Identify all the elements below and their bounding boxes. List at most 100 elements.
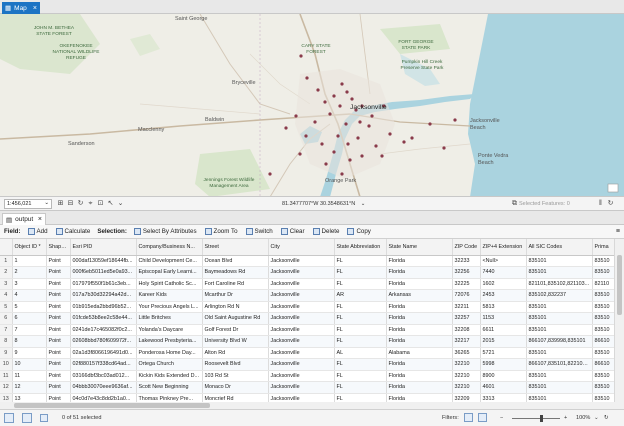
table-cell[interactable]: 82110: [592, 278, 614, 290]
table-cell[interactable]: 01fcde53b8ee2c58e44...: [70, 312, 137, 325]
rotate-icon[interactable]: ↻: [76, 199, 85, 209]
table-cell[interactable]: Jacksonville: [268, 289, 335, 302]
table-cell[interactable]: Point: [46, 358, 71, 371]
refresh-icon[interactable]: ↻: [606, 199, 615, 209]
definition-query-icon[interactable]: [478, 413, 487, 422]
table-cell[interactable]: 83510: [592, 381, 614, 394]
table-cell[interactable]: 5998: [480, 358, 527, 371]
table-cell[interactable]: Point: [46, 289, 71, 302]
table-cell[interactable]: 835101: [526, 347, 593, 359]
table-cell[interactable]: 10: [12, 358, 47, 371]
column-header[interactable]: ZIP+4 Extension: [480, 239, 527, 256]
fixed-zoom-icon[interactable]: ⊞: [56, 199, 65, 209]
table-cell[interactable]: Florida: [386, 266, 453, 279]
table-cell[interactable]: 1153: [480, 312, 527, 325]
table-cell[interactable]: 8900: [480, 370, 527, 382]
table-cell[interactable]: 32211: [452, 301, 481, 313]
show-all-records-icon[interactable]: [4, 413, 14, 423]
table-cell[interactable]: Mcarthur Dr: [202, 289, 269, 302]
table-cell[interactable]: 835101: [526, 370, 593, 382]
table-cell[interactable]: 32209: [452, 393, 481, 402]
zoom-slider-handle[interactable]: [540, 415, 543, 422]
table-cell[interactable]: Ponderosa Home Day...: [136, 347, 203, 359]
table-cell[interactable]: 835101: [526, 381, 593, 394]
table-cell[interactable]: 12: [12, 381, 47, 394]
chevron-down-icon[interactable]: ⌄: [116, 199, 125, 209]
table-cell[interactable]: 04bbb30070eee9636af...: [70, 381, 137, 394]
table-cell[interactable]: 32208: [452, 324, 481, 336]
table-cell[interactable]: Ocean Blvd: [202, 255, 269, 267]
table-row[interactable]: 7 7 Point 0241de17c465082f0c2... Yolanda's D…: [0, 324, 614, 336]
table-cell[interactable]: Jacksonville: [268, 312, 335, 325]
table-cell[interactable]: 017979f550f1b61c3eb...: [70, 278, 137, 290]
table-cell[interactable]: 32210: [452, 381, 481, 394]
table-cell[interactable]: 02f880157f338cd64ad...: [70, 358, 137, 371]
table-cell[interactable]: Golf Forest Dr: [202, 324, 269, 336]
grid-icon[interactable]: ⊟: [66, 199, 75, 209]
table-cell[interactable]: <Null>: [480, 255, 527, 267]
table-cell[interactable]: Jacksonville: [268, 381, 335, 394]
table-cell[interactable]: 36265: [452, 347, 481, 359]
table-cell[interactable]: 83510: [592, 255, 614, 267]
table-row[interactable]: 2 2 Point 000f6eb5011ed5e0a93... Episcopal E…: [0, 266, 614, 279]
table-row[interactable]: 1 1 Point 000daf13059ef18644fb... Child Deve…: [0, 255, 614, 267]
table-cell[interactable]: 8: [12, 335, 47, 348]
table-cell[interactable]: AR: [334, 289, 387, 302]
column-header[interactable]: City: [268, 239, 335, 256]
chevron-down-icon[interactable]: ⌄: [361, 201, 366, 207]
table-cell[interactable]: 13: [12, 393, 47, 402]
table-row[interactable]: 12 12 Point 04bbb30070eee9636af... Scott New…: [0, 381, 614, 394]
table-cell[interactable]: 835101: [526, 255, 593, 267]
column-header[interactable]: Street: [202, 239, 269, 256]
table-cell[interactable]: Little Britches: [136, 312, 203, 325]
horizontal-scroll-thumb[interactable]: [14, 403, 210, 408]
column-header[interactable]: Shape *: [46, 239, 71, 256]
table-cell[interactable]: Point: [46, 266, 71, 279]
table-cell[interactable]: 0241de17c465082f0c2...: [70, 324, 137, 336]
table-cell[interactable]: Point: [46, 301, 71, 313]
refresh-icon[interactable]: ↻: [604, 414, 609, 422]
table-cell[interactable]: Florida: [386, 335, 453, 348]
table-cell[interactable]: Jacksonville: [268, 393, 335, 402]
table-cell[interactable]: Florida: [386, 312, 453, 325]
table-cell[interactable]: 32233: [452, 255, 481, 267]
table-cell[interactable]: Florida: [386, 370, 453, 382]
table-cell[interactable]: 4601: [480, 381, 527, 394]
table-cell[interactable]: FL: [334, 381, 387, 394]
table-cell[interactable]: 32210: [452, 370, 481, 382]
table-cell[interactable]: Thomas Pinkney Pre...: [136, 393, 203, 402]
table-cell[interactable]: 32225: [452, 278, 481, 290]
table-cell[interactable]: Florida: [386, 358, 453, 371]
zoom-slider[interactable]: [512, 418, 560, 419]
table-cell[interactable]: Jacksonville: [268, 278, 335, 290]
table-cell[interactable]: FL: [334, 358, 387, 371]
table-row[interactable]: 6 6 Point 01fcde53b8ee2c58e44... Little Brit…: [0, 312, 614, 325]
close-icon[interactable]: ×: [38, 216, 42, 223]
switch-button[interactable]: Switch: [243, 226, 276, 237]
chevron-down-icon[interactable]: ⌄: [594, 414, 599, 422]
row-number[interactable]: 6: [0, 312, 13, 325]
row-number-header[interactable]: [0, 239, 13, 256]
table-cell[interactable]: Florida: [386, 381, 453, 394]
table-cell[interactable]: FL: [334, 312, 387, 325]
table-cell[interactable]: Baymeadows Rd: [202, 266, 269, 279]
pointer-icon[interactable]: ↖: [106, 199, 115, 209]
table-cell[interactable]: 83510: [592, 266, 614, 279]
row-number[interactable]: 12: [0, 381, 13, 394]
column-header[interactable]: Prima: [592, 239, 614, 256]
table-cell[interactable]: 86610: [592, 358, 614, 371]
table-cell[interactable]: 3: [12, 278, 47, 290]
table-cell[interactable]: FL: [334, 393, 387, 402]
table-cell[interactable]: 32210: [452, 358, 481, 371]
row-number[interactable]: 13: [0, 393, 13, 402]
copy-button[interactable]: Copy: [344, 226, 373, 237]
table-cell[interactable]: 5721: [480, 347, 527, 359]
table-cell[interactable]: 835101: [526, 301, 593, 313]
table-row[interactable]: 9 9 Point 02a1d3f8066196491d0... Ponderosa H…: [0, 347, 614, 359]
table-cell[interactable]: 5813: [480, 301, 527, 313]
table-cell[interactable]: Moncrief Rd: [202, 393, 269, 402]
table-cell[interactable]: 04c0d7e43c8dd2b1a0...: [70, 393, 137, 402]
table-cell[interactable]: Jacksonville: [268, 255, 335, 267]
vertical-scroll-thumb[interactable]: [617, 255, 622, 315]
table-cell[interactable]: 1602: [480, 278, 527, 290]
